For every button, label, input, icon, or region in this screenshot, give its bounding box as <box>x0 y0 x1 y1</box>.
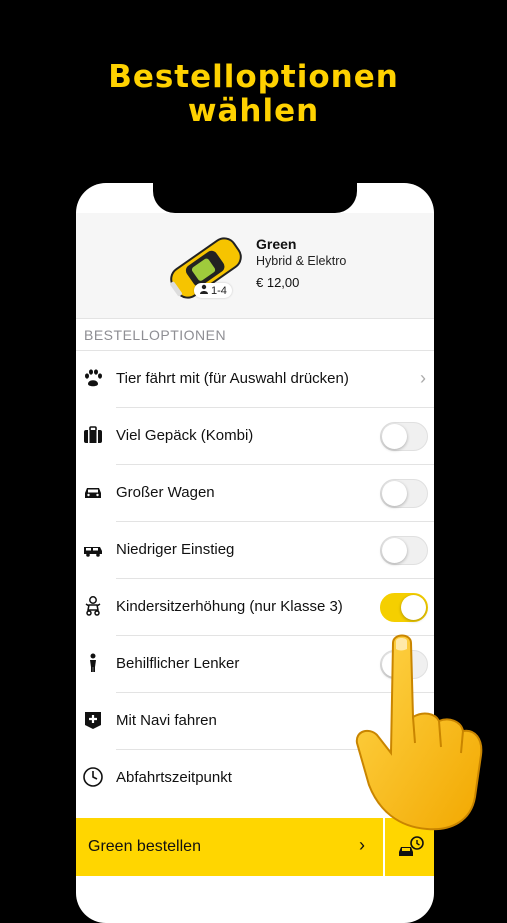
navigation-icon <box>82 709 104 731</box>
person-icon <box>199 284 209 297</box>
chevron-right-icon: › <box>420 368 426 388</box>
phone-notch <box>153 183 357 213</box>
child-seat-icon <box>82 595 104 617</box>
option-label: Mit Navi fahren <box>116 712 217 729</box>
assistant-icon <box>82 652 104 674</box>
section-title: BESTELLOPTIONEN <box>84 327 227 343</box>
option-luggage: Viel Gepäck (Kombi) <box>76 408 434 465</box>
headline: Bestelloptionen wählen <box>0 60 507 128</box>
child-seat-toggle[interactable] <box>380 593 428 622</box>
option-label: Niedriger Einstieg <box>116 541 235 558</box>
option-label: Großer Wagen <box>116 484 215 501</box>
option-pet[interactable]: Tier fährt mit (für Auswahl drücken) › <box>76 351 434 408</box>
option-label: Behilflicher Lenker <box>116 655 240 672</box>
toggle-knob <box>382 538 407 563</box>
car-icon <box>82 481 104 503</box>
passenger-count: 1-4 <box>211 284 227 297</box>
vehicle-card[interactable]: 1-4 Green Hybrid & Elektro € 12,00 <box>76 213 434 318</box>
chevron-right-icon: › <box>359 835 365 855</box>
toggle-knob <box>382 424 407 449</box>
toggle-knob <box>401 595 426 620</box>
order-button-label: Green bestellen <box>88 838 201 855</box>
option-low-entry: Niedriger Einstieg <box>76 522 434 579</box>
headline-line-2: wählen <box>187 93 320 129</box>
divider <box>76 318 434 319</box>
vehicle-name: Green <box>256 236 297 252</box>
headline-line-1: Bestelloptionen <box>108 59 399 95</box>
passenger-badge: 1-4 <box>194 283 232 298</box>
order-button[interactable]: Green bestellen › <box>76 818 383 876</box>
pointing-hand-icon <box>355 634 483 831</box>
large-car-toggle[interactable] <box>380 479 428 508</box>
option-large-car: Großer Wagen <box>76 465 434 522</box>
low-entry-toggle[interactable] <box>380 536 428 565</box>
vehicle-price: € 12,00 <box>256 275 300 290</box>
toggle-knob <box>382 481 407 506</box>
vehicle-subtitle: Hybrid & Elektro <box>256 254 347 268</box>
option-label: Kindersitzerhöhung (nur Klasse 3) <box>116 598 343 615</box>
option-label: Tier fährt mit (für Auswahl drücken) <box>116 370 349 387</box>
paw-icon <box>82 367 104 389</box>
luggage-toggle[interactable] <box>380 422 428 451</box>
clock-icon <box>82 766 104 788</box>
luggage-icon <box>82 424 104 446</box>
option-label: Abfahrtszeitpunkt <box>116 769 232 786</box>
low-entry-icon <box>82 538 104 560</box>
option-label: Viel Gepäck (Kombi) <box>116 427 254 444</box>
